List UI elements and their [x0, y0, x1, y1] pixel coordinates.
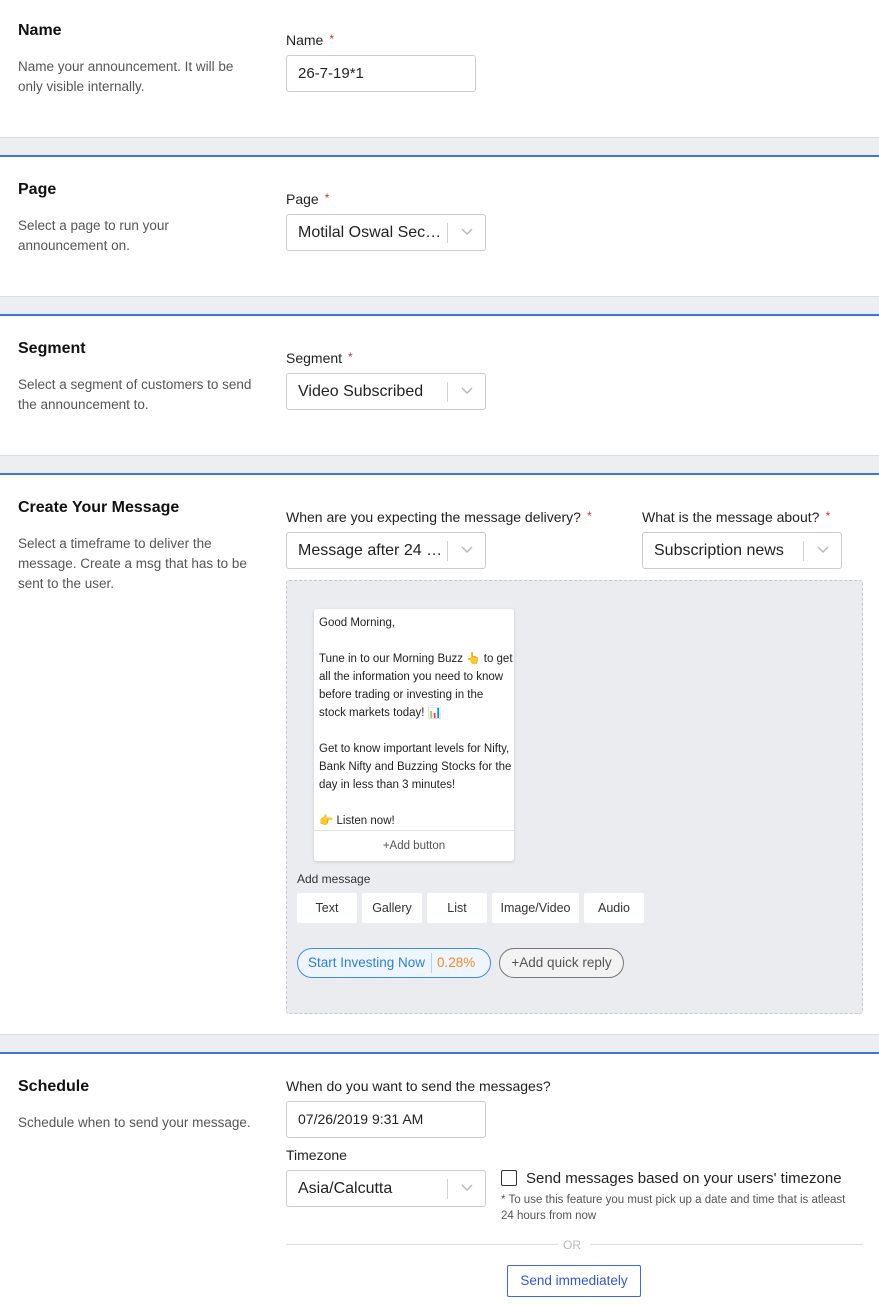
timezone-select-value: Asia/Calcutta	[298, 1180, 393, 1197]
page-section: Page Select a page to run your announcem…	[0, 159, 879, 296]
select-divider	[447, 382, 448, 402]
required-mark: *	[329, 32, 335, 46]
or-divider-right	[590, 1244, 863, 1245]
required-mark: *	[324, 191, 330, 205]
name-input[interactable]: 26-7-19*1	[286, 55, 476, 92]
segment-section-title: Segment	[18, 340, 86, 357]
chevron-down-icon[interactable]	[461, 1184, 473, 1192]
select-divider	[447, 223, 448, 243]
page-select-value: Motilal Oswal Secur...	[298, 224, 445, 241]
page-section-description: Select a page to run your announcement o…	[18, 218, 169, 253]
message-bubble[interactable]: Good Morning, Tune in to our Morning Buz…	[314, 609, 514, 861]
add-quick-reply-button[interactable]: +Add quick reply	[499, 948, 624, 978]
quick-reply-percent: 0.28%	[437, 955, 476, 970]
segment-label-text: Segment	[286, 350, 343, 366]
message-section-description: Select a timeframe to deliver the messag…	[18, 536, 247, 591]
page-section-title: Page	[18, 181, 57, 198]
timezone-label: Timezone	[286, 1147, 347, 1163]
or-label: OR	[563, 1238, 581, 1252]
about-select[interactable]: Subscription news	[642, 532, 842, 569]
add-gallery-button[interactable]: Gallery	[362, 893, 422, 923]
segment-select[interactable]: Video Subscribed	[286, 373, 486, 410]
schedule-section-title: Schedule	[18, 1078, 90, 1095]
delivery-select[interactable]: Message after 24 h...	[286, 532, 486, 569]
send-immediately-button[interactable]: Send immediately	[507, 1265, 641, 1297]
add-message-label: Add message	[297, 872, 371, 886]
chevron-down-icon[interactable]	[817, 546, 829, 554]
page-label-text: Page	[286, 191, 319, 207]
section-separator	[0, 296, 879, 316]
quick-reply-divider	[431, 953, 432, 973]
delivery-select-value: Message after 24 h...	[298, 542, 445, 559]
name-section: Name Name your announcement. It will be …	[0, 0, 879, 137]
select-divider	[447, 541, 448, 561]
quick-reply-pill[interactable]: Start Investing Now 0.28%	[297, 948, 491, 978]
send-time-label: When do you want to send the messages?	[286, 1078, 551, 1094]
datetime-input[interactable]: 07/26/2019 9:31 AM	[286, 1101, 486, 1138]
chevron-down-icon[interactable]	[461, 228, 473, 236]
section-separator	[0, 137, 879, 157]
add-image-video-button[interactable]: Image/Video	[492, 893, 579, 923]
delivery-label-text: When are you expecting the message deliv…	[286, 509, 581, 525]
chevron-down-icon[interactable]	[461, 387, 473, 395]
about-label-text: What is the message about?	[642, 509, 820, 525]
schedule-section-description: Schedule when to send your message.	[18, 1115, 251, 1130]
add-list-button[interactable]: List	[427, 893, 487, 923]
page-select[interactable]: Motilal Oswal Secur...	[286, 214, 486, 251]
page-field-label: Page *	[286, 191, 329, 207]
chevron-down-icon[interactable]	[461, 546, 473, 554]
segment-field-label: Segment *	[286, 350, 353, 366]
required-mark: *	[348, 350, 353, 364]
segment-section-description: Select a segment of customers to send th…	[18, 377, 252, 412]
about-field-label: What is the message about? *	[642, 509, 830, 525]
name-section-description: Name your announcement. It will be only …	[18, 59, 234, 94]
name-field-label: Name *	[286, 32, 334, 48]
section-separator	[0, 1034, 879, 1054]
or-divider-left	[286, 1244, 558, 1245]
user-timezone-label[interactable]: Send messages based on your users' timez…	[526, 1170, 842, 1187]
about-select-value: Subscription news	[654, 542, 784, 559]
section-separator	[0, 455, 879, 475]
timezone-note: * To use this feature you must pick up a…	[501, 1194, 846, 1222]
select-divider	[803, 541, 804, 561]
add-button-button[interactable]: +Add button	[314, 830, 514, 861]
add-audio-button[interactable]: Audio	[584, 893, 644, 923]
message-section-title: Create Your Message	[18, 499, 180, 516]
required-mark: *	[586, 509, 592, 523]
required-mark: *	[825, 509, 831, 523]
segment-section: Segment Select a segment of customers to…	[0, 318, 879, 455]
user-timezone-checkbox[interactable]	[501, 1170, 517, 1186]
segment-select-value: Video Subscribed	[298, 383, 424, 400]
select-divider	[447, 1179, 448, 1199]
add-text-button[interactable]: Text	[297, 893, 357, 923]
quick-reply-label: Start Investing Now	[308, 955, 426, 970]
timezone-select[interactable]: Asia/Calcutta	[286, 1170, 486, 1207]
name-label-text: Name	[286, 32, 324, 48]
name-section-title: Name	[18, 22, 62, 39]
message-bubble-text[interactable]: Good Morning, Tune in to our Morning Buz…	[319, 614, 513, 830]
delivery-field-label: When are you expecting the message deliv…	[286, 509, 592, 525]
